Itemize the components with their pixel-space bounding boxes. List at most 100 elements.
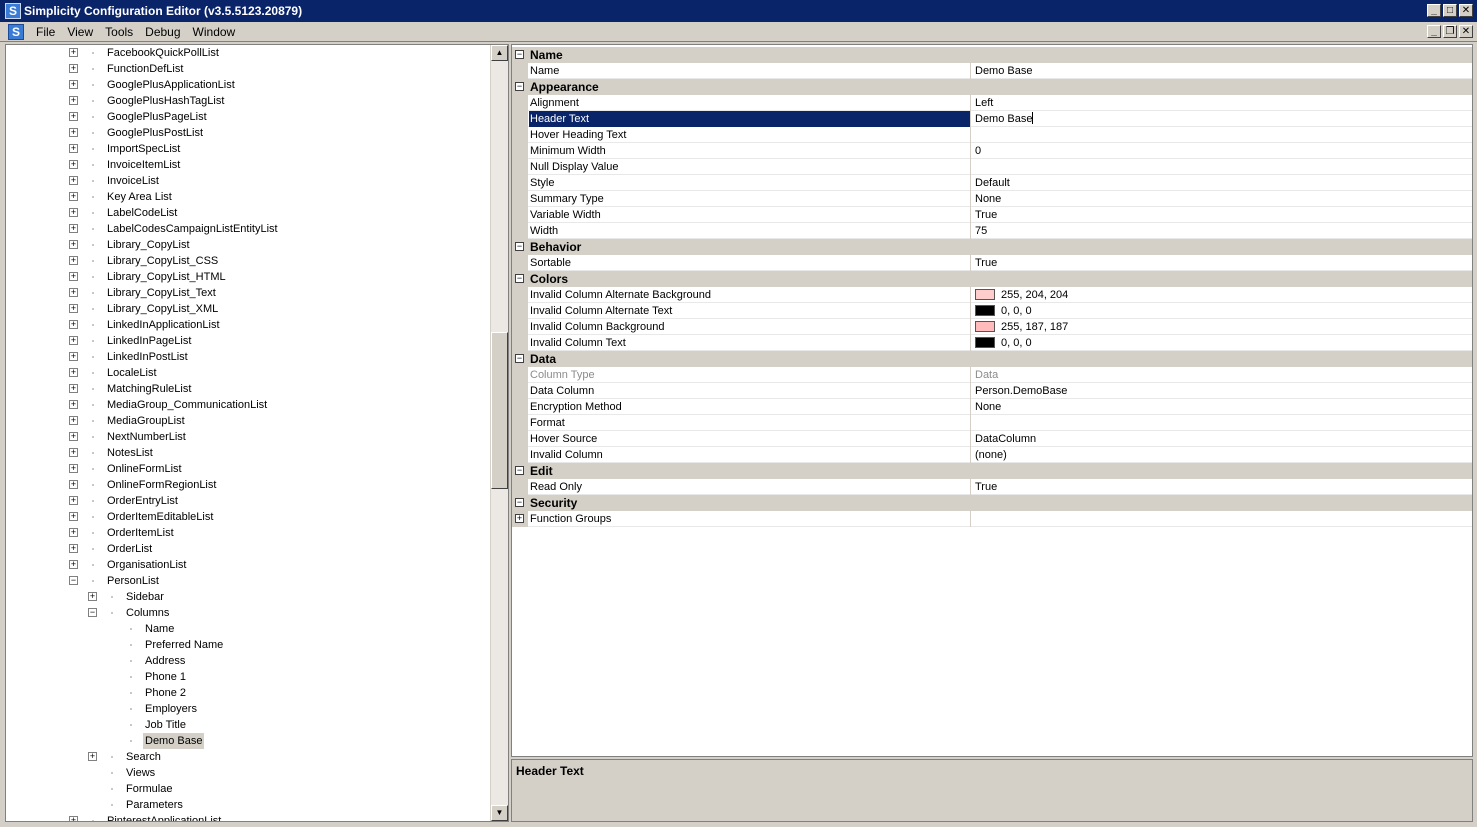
expand-icon[interactable]: + (69, 224, 78, 233)
property-hover-source[interactable]: Hover Source DataColumn (512, 431, 1472, 447)
expand-icon[interactable]: + (69, 464, 78, 473)
property-invalid-column-alternate-background[interactable]: Invalid Column Alternate Background 255, … (512, 287, 1472, 303)
property-name[interactable]: Data Column (529, 383, 971, 399)
expand-icon[interactable]: + (69, 80, 78, 89)
expand-icon[interactable]: + (69, 256, 78, 265)
property-value-input[interactable]: Demo Base (975, 111, 1471, 127)
expand-icon[interactable]: + (88, 752, 97, 761)
category-security[interactable]: − Security (512, 495, 1472, 511)
tree-item-orderitemlist[interactable]: + OrderItemList (6, 525, 492, 541)
expand-icon[interactable]: + (69, 96, 78, 105)
tree-item-facebookquickpolllist[interactable]: + FacebookQuickPollList (6, 45, 492, 61)
tree-item-job-title[interactable]: Job Title (6, 717, 492, 733)
mdi-minimize-button[interactable]: _ (1427, 25, 1441, 38)
tree-item-matchingrulelist[interactable]: + MatchingRuleList (6, 381, 492, 397)
property-value[interactable]: 0 (975, 143, 1471, 159)
expand-icon[interactable]: + (69, 432, 78, 441)
tree-item-phone-2[interactable]: Phone 2 (6, 685, 492, 701)
property-value[interactable]: (none) (975, 447, 1471, 463)
tree-item-noteslist[interactable]: + NotesList (6, 445, 492, 461)
property-name[interactable]: Hover Source (529, 431, 971, 447)
property-name[interactable]: Hover Heading Text (529, 127, 971, 143)
property-variable-width[interactable]: Variable Width True (512, 207, 1472, 223)
property-value[interactable]: None (975, 399, 1471, 415)
property-name[interactable]: Invalid Column (529, 447, 971, 463)
property-value[interactable]: True (975, 207, 1471, 223)
expand-icon[interactable]: + (69, 272, 78, 281)
expand-icon[interactable]: + (69, 416, 78, 425)
property-data-column[interactable]: Data Column Person.DemoBase (512, 383, 1472, 399)
property-value[interactable]: Left (975, 95, 1471, 111)
tree-item-googleplusapplicationlist[interactable]: + GooglePlusApplicationList (6, 77, 492, 93)
property-value[interactable]: Person.DemoBase (975, 383, 1471, 399)
collapse-icon[interactable]: − (88, 608, 97, 617)
scroll-thumb[interactable] (491, 332, 508, 489)
property-value[interactable] (975, 415, 1471, 431)
property-name[interactable]: Alignment (529, 95, 971, 111)
close-button[interactable]: ✕ (1459, 4, 1473, 17)
tree-item-googlepluspagelist[interactable]: + GooglePlusPageList (6, 109, 492, 125)
collapse-icon[interactable]: − (515, 82, 524, 91)
property-sortable[interactable]: Sortable True (512, 255, 1472, 271)
property-minimum-width[interactable]: Minimum Width 0 (512, 143, 1472, 159)
tree-item-linkedinpostlist[interactable]: + LinkedInPostList (6, 349, 492, 365)
expand-icon[interactable]: + (69, 240, 78, 249)
property-value[interactable]: 75 (975, 223, 1471, 239)
category-data[interactable]: − Data (512, 351, 1472, 367)
tree-item-parameters[interactable]: Parameters (6, 797, 492, 813)
menu-view[interactable]: View (61, 25, 99, 39)
property-name[interactable]: Summary Type (529, 191, 971, 207)
property-function-groups[interactable]: + Function Groups (512, 511, 1472, 527)
property-name[interactable]: Width (529, 223, 971, 239)
tree-scrollbar[interactable]: ▲ ▼ (490, 45, 508, 821)
property-invalid-column-background[interactable]: Invalid Column Background 255, 187, 187 (512, 319, 1472, 335)
property-encryption-method[interactable]: Encryption Method None (512, 399, 1472, 415)
expand-icon[interactable]: + (69, 64, 78, 73)
property-value[interactable]: None (975, 191, 1471, 207)
tree-item-name[interactable]: Name (6, 621, 492, 637)
property-name[interactable]: Invalid Column Background (529, 319, 971, 335)
scroll-down-arrow-icon[interactable]: ▼ (491, 805, 508, 821)
property-value[interactable]: Default (975, 175, 1471, 191)
property-invalid-column[interactable]: Invalid Column (none) (512, 447, 1472, 463)
property-value[interactable]: Demo Base (975, 63, 1471, 79)
tree-item-importspeclist[interactable]: + ImportSpecList (6, 141, 492, 157)
expand-icon[interactable]: + (69, 400, 78, 409)
tree-item-preferred-name[interactable]: Preferred Name (6, 637, 492, 653)
property-invalid-column-alternate-text[interactable]: Invalid Column Alternate Text 0, 0, 0 (512, 303, 1472, 319)
tree-item-address[interactable]: Address (6, 653, 492, 669)
property-name[interactable]: Encryption Method (529, 399, 971, 415)
property-name[interactable]: Function Groups (529, 511, 971, 527)
tree-item-mediagrouplist[interactable]: + MediaGroupList (6, 413, 492, 429)
expand-icon[interactable]: + (69, 144, 78, 153)
tree-item-orderlist[interactable]: + OrderList (6, 541, 492, 557)
property-name[interactable]: Name Demo Base (512, 63, 1472, 79)
tree-item-library-copylist-text[interactable]: + Library_CopyList_Text (6, 285, 492, 301)
tree-item-phone-1[interactable]: Phone 1 (6, 669, 492, 685)
category-colors[interactable]: − Colors (512, 271, 1472, 287)
property-format[interactable]: Format (512, 415, 1472, 431)
expand-icon[interactable]: + (69, 496, 78, 505)
collapse-icon[interactable]: − (515, 274, 524, 283)
menu-window[interactable]: Window (187, 25, 242, 39)
tree-item-linkedinpagelist[interactable]: + LinkedInPageList (6, 333, 492, 349)
tree-item-mediagroup-communicationlist[interactable]: + MediaGroup_CommunicationList (6, 397, 492, 413)
category-appearance[interactable]: − Appearance (512, 79, 1472, 95)
property-name[interactable]: Column Type (529, 367, 971, 383)
property-name[interactable]: Sortable (529, 255, 971, 271)
menu-debug[interactable]: Debug (139, 25, 186, 39)
tree-item-library-copylist[interactable]: + Library_CopyList (6, 237, 492, 253)
expand-icon[interactable]: + (69, 160, 78, 169)
category-edit[interactable]: − Edit (512, 463, 1472, 479)
expand-icon[interactable]: + (69, 288, 78, 297)
menu-tools[interactable]: Tools (99, 25, 139, 39)
expand-icon[interactable]: + (69, 320, 78, 329)
tree-item-personlist[interactable]: − PersonList (6, 573, 492, 589)
collapse-icon[interactable]: − (515, 466, 524, 475)
property-value[interactable]: 0, 0, 0 (975, 335, 1471, 351)
expand-icon[interactable]: + (69, 48, 78, 57)
property-value[interactable]: 255, 187, 187 (975, 319, 1471, 335)
property-value[interactable]: DataColumn (975, 431, 1471, 447)
property-name[interactable]: Invalid Column Alternate Text (529, 303, 971, 319)
property-name[interactable]: Read Only (529, 479, 971, 495)
